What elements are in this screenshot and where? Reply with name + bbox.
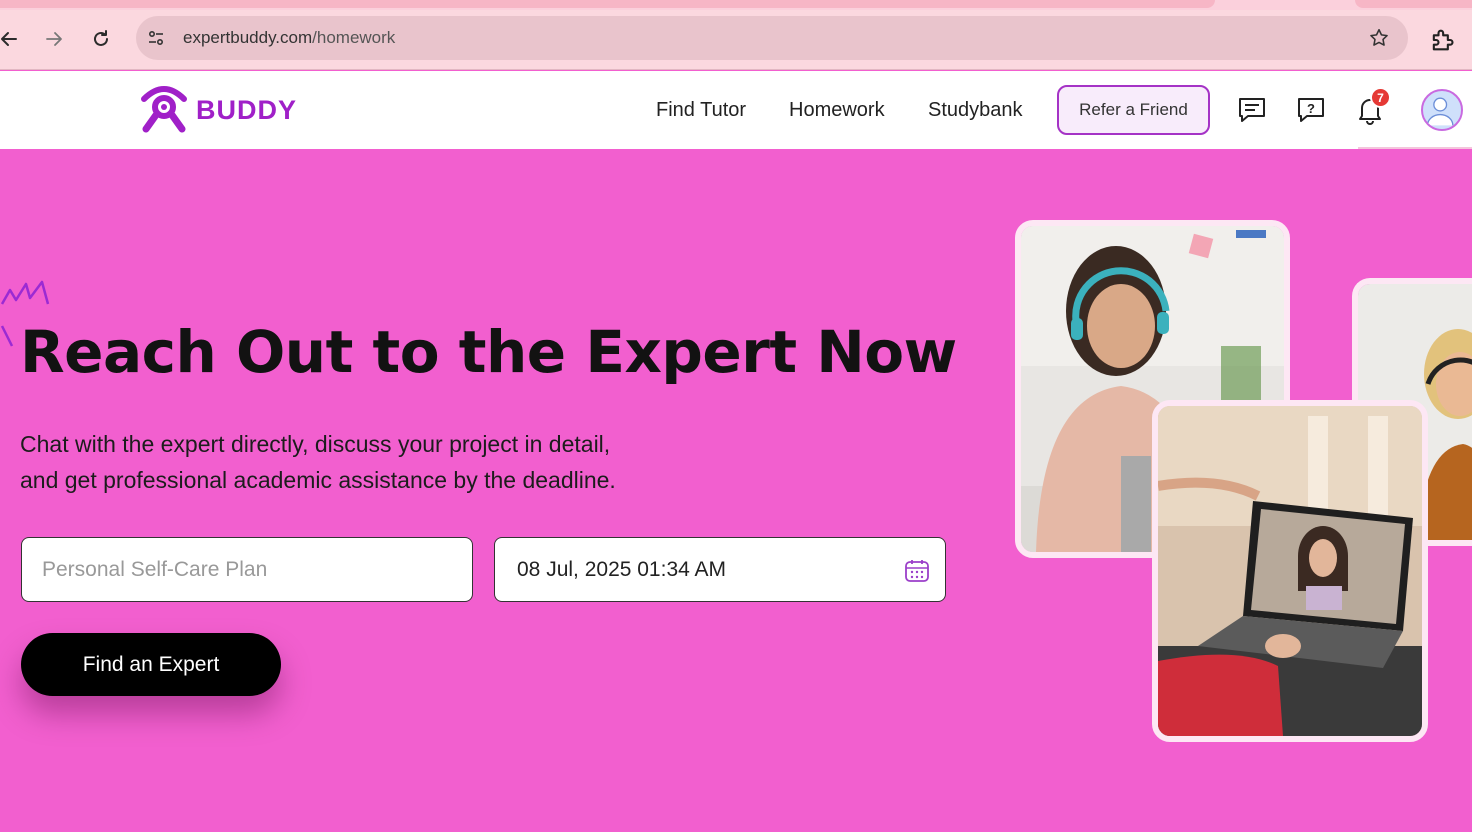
url-host: expertbuddy.com: [183, 28, 313, 47]
back-arrow-icon[interactable]: [0, 24, 24, 54]
messages-icon[interactable]: [1235, 93, 1269, 127]
hero-subtitle: Chat with the expert directly, discuss y…: [20, 426, 680, 498]
address-bar[interactable]: expertbuddy.com/homework: [136, 16, 1408, 60]
svg-text:?: ?: [1307, 101, 1315, 116]
topic-input[interactable]: [42, 556, 422, 584]
photo-laptop-video-call: [1152, 400, 1428, 742]
notification-badge: 7: [1370, 87, 1391, 108]
reload-icon[interactable]: [86, 24, 116, 54]
find-an-expert-button[interactable]: Find an Expert: [21, 633, 281, 696]
extensions-icon[interactable]: [1428, 26, 1456, 54]
site-header: BUDDY Find Tutor Homework Studybank Refe…: [0, 71, 1472, 149]
logo-text: BUDDY: [196, 94, 298, 125]
active-tab[interactable]: [0, 0, 1215, 8]
site-settings-icon[interactable]: [146, 28, 166, 48]
nav-studybank[interactable]: Studybank: [928, 99, 1023, 122]
header-divider: [1358, 147, 1472, 149]
brand-logo[interactable]: BUDDY: [140, 85, 297, 135]
hero-subtitle-line-2: and get professional academic assistance…: [20, 467, 616, 493]
help-icon[interactable]: ?: [1294, 93, 1328, 127]
nav-find-tutor[interactable]: Find Tutor: [656, 99, 746, 122]
refer-a-friend-button[interactable]: Refer a Friend: [1057, 85, 1210, 135]
profile-avatar[interactable]: [1421, 89, 1463, 131]
hero-title: Reach Out to the Expert Now: [20, 318, 957, 386]
browser-tab[interactable]: [1355, 0, 1472, 8]
bookmark-star-icon[interactable]: [1368, 27, 1390, 49]
buddy-logo-icon: [141, 86, 187, 133]
url-text: expertbuddy.com/homework: [183, 28, 395, 48]
browser-toolbar: expertbuddy.com/homework: [0, 10, 1472, 70]
browser-tabstrip: [0, 0, 1472, 10]
calendar-icon[interactable]: [903, 557, 931, 585]
deadline-field[interactable]: 08 Jul, 2025 01:34 AM: [494, 537, 946, 602]
hero-subtitle-line-1: Chat with the expert directly, discuss y…: [20, 431, 611, 457]
deadline-value[interactable]: 08 Jul, 2025 01:34 AM: [517, 558, 726, 582]
nav-homework[interactable]: Homework: [789, 99, 885, 122]
forward-arrow-icon[interactable]: [39, 24, 69, 54]
url-path: /homework: [312, 28, 396, 47]
topic-field[interactable]: [21, 537, 473, 602]
